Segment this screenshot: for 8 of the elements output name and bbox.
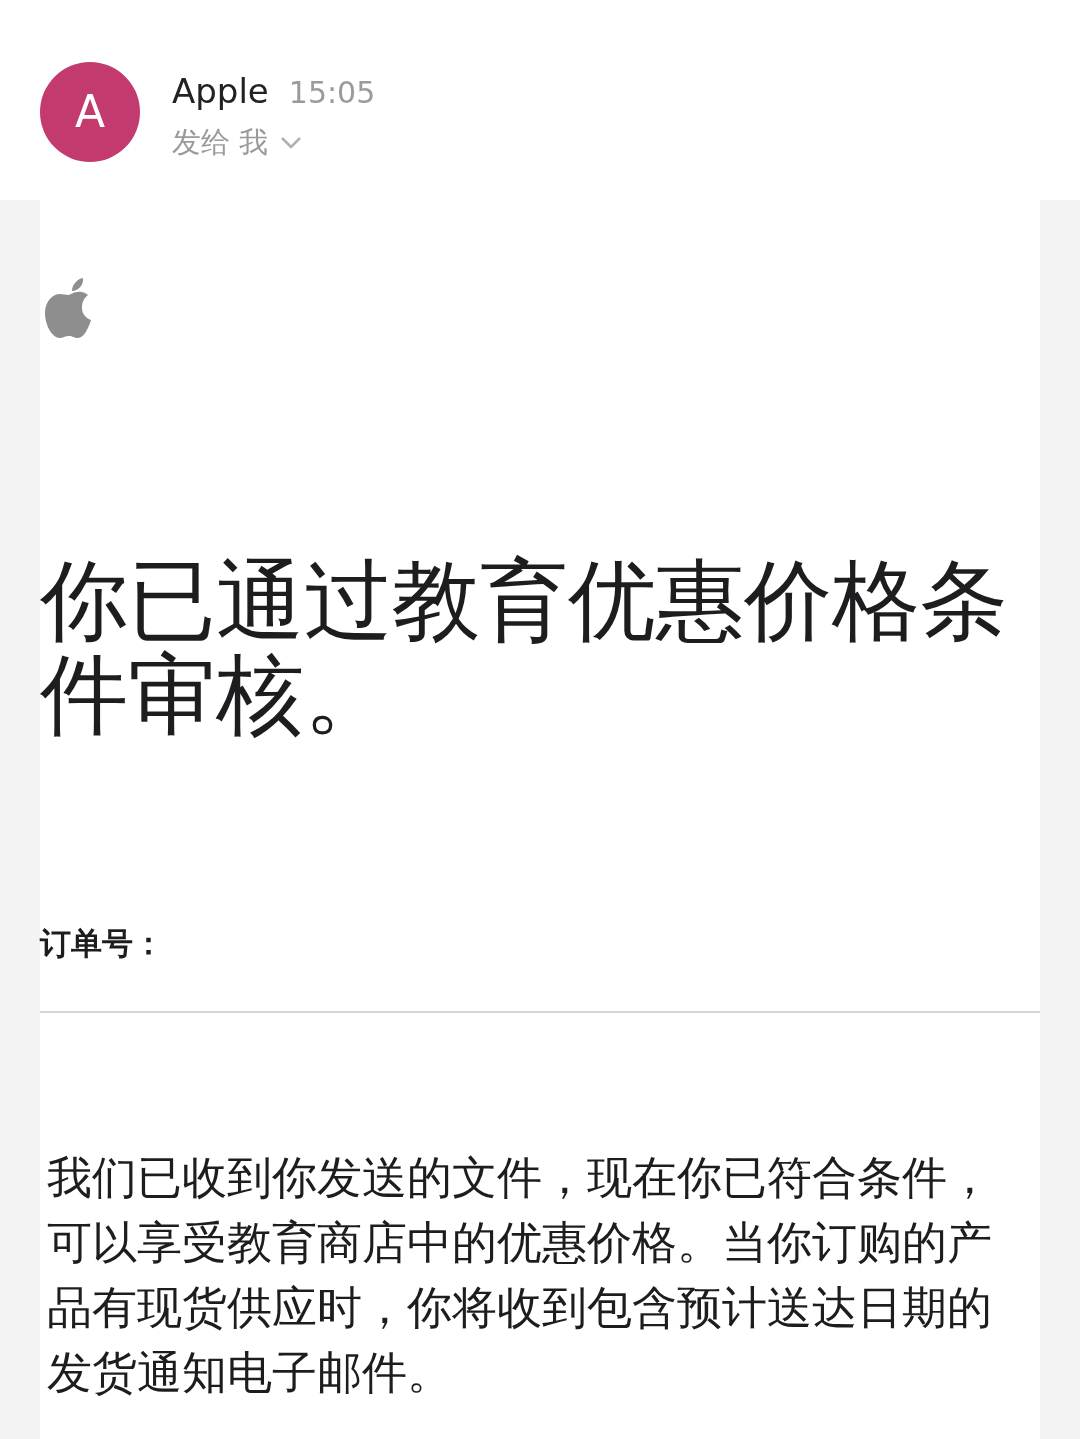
email-title: 你已通过教育优惠价格条件审核。 — [40, 554, 1009, 742]
recipient-dropdown[interactable]: 发给 我 — [172, 121, 376, 165]
order-number-label: 订单号： — [40, 924, 165, 963]
message-paragraph: 我们已收到你发送的文件，现在你已符合条件，可以享受教育商店中的优惠价格。当你订购的产品有现货供应时，你将收到包含预计送达日期的发货通知电子邮件。 — [47, 1149, 993, 1401]
chevron-down-icon — [280, 135, 303, 150]
avatar: A — [40, 62, 140, 162]
sender-name: Apple — [172, 70, 269, 113]
time: 15:05 — [288, 74, 376, 112]
